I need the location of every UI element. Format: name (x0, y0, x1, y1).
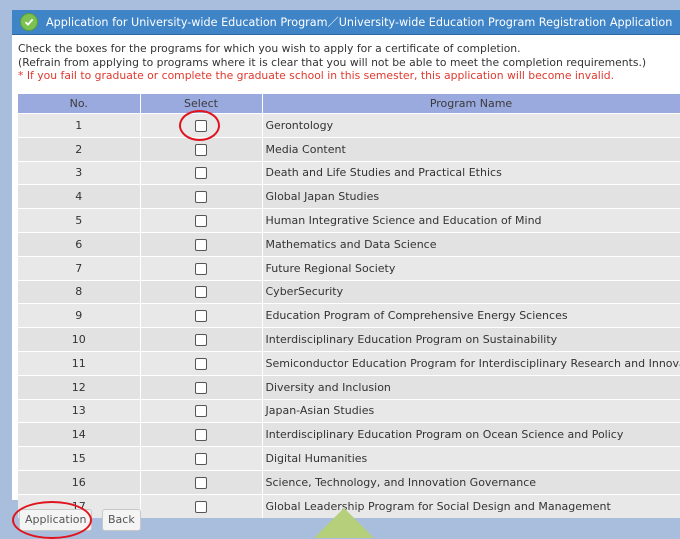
program-name: Diversity and Inclusion (262, 374, 680, 400)
table-row: 4 Global Japan Studies (18, 184, 680, 209)
program-checkbox[interactable] (195, 500, 207, 513)
row-number: 15 (18, 446, 141, 471)
up-arrow-icon (314, 508, 374, 538)
select-cell (140, 279, 263, 304)
table-row: 9 Education Program of Comprehensive Ener… (18, 303, 680, 328)
program-name: Human Integrative Science and Education … (262, 208, 680, 233)
table-row: 6 Mathematics and Data Science (18, 231, 680, 257)
row-number: 1 (18, 113, 141, 138)
instruction-line-1: Check the boxes for the programs for whi… (18, 42, 521, 55)
row-number: 9 (18, 303, 141, 328)
row-number: 10 (18, 327, 141, 352)
program-checkbox[interactable] (195, 191, 207, 204)
program-checkbox[interactable] (195, 262, 207, 275)
column-header-no: No. (18, 94, 141, 114)
table-row: 7 Future Regional Society (18, 255, 680, 281)
program-name: Media Content (262, 136, 680, 162)
table-row: 11 Semiconductor Education Program for In… (18, 350, 680, 376)
program-name: CyberSecurity (262, 279, 680, 304)
column-header-select: Select (140, 94, 263, 114)
row-number: 16 (18, 469, 141, 495)
program-name: Global Japan Studies (262, 184, 680, 209)
row-number: 7 (18, 255, 141, 281)
table-row: 14 Interdisciplinary Education Program on… (18, 422, 680, 447)
row-number: 11 (18, 350, 141, 376)
program-name: Mathematics and Data Science (262, 231, 680, 257)
application-button[interactable]: Application (19, 509, 93, 531)
program-checkbox[interactable] (195, 119, 207, 132)
select-cell (140, 160, 263, 185)
select-cell (140, 208, 263, 233)
instructions: Check the boxes for the programs for whi… (18, 42, 678, 83)
select-cell (140, 113, 263, 138)
row-number: 13 (18, 398, 141, 423)
warning-text: * If you fail to graduate or complete th… (18, 69, 615, 82)
table-row: 16 Science, Technology, and Innovation Go… (18, 469, 680, 495)
table-row: 1 Gerontology (18, 113, 680, 138)
row-number: 4 (18, 184, 141, 209)
table-row: 10 Interdisciplinary Education Program on… (18, 327, 680, 352)
program-checkbox[interactable] (195, 238, 207, 251)
check-icon (20, 13, 38, 31)
table-header-row: No. Select Program Name (18, 94, 680, 114)
row-number: 8 (18, 279, 141, 304)
select-cell (140, 350, 263, 376)
column-header-program-name: Program Name (262, 94, 680, 114)
program-checkbox[interactable] (195, 429, 207, 442)
application-panel: Application for University-wide Educatio… (12, 10, 680, 518)
row-number: 12 (18, 374, 141, 400)
program-name: Digital Humanities (262, 446, 680, 471)
program-name: Semiconductor Education Program for Inte… (262, 350, 680, 376)
table-row: 12 Diversity and Inclusion (18, 374, 680, 400)
select-cell (140, 469, 263, 495)
select-cell (140, 184, 263, 209)
program-checkbox[interactable] (195, 381, 207, 394)
table-row: 2 Media Content (18, 136, 680, 162)
row-number: 6 (18, 231, 141, 257)
instruction-line-2: (Refrain from applying to programs where… (18, 55, 647, 69)
row-number: 2 (18, 136, 141, 162)
select-cell (140, 398, 263, 423)
page-title: Application for University-wide Educatio… (46, 16, 673, 29)
program-name: Interdisciplinary Education Program on O… (262, 422, 680, 447)
back-button[interactable]: Back (102, 509, 141, 531)
select-cell (140, 255, 263, 281)
program-checkbox[interactable] (195, 476, 207, 489)
program-name: Science, Technology, and Innovation Gove… (262, 469, 680, 495)
table-row: 13 Japan-Asian Studies (18, 398, 680, 423)
select-cell (140, 446, 263, 471)
select-cell (140, 327, 263, 352)
table-row: 8 CyberSecurity (18, 279, 680, 304)
select-cell (140, 422, 263, 447)
select-cell (140, 231, 263, 257)
row-number: 14 (18, 422, 141, 447)
program-checkbox[interactable] (195, 215, 207, 228)
program-name: Death and Life Studies and Practical Eth… (262, 160, 680, 185)
select-cell (140, 374, 263, 400)
program-name: Japan-Asian Studies (262, 398, 680, 423)
program-name: Education Program of Comprehensive Energ… (262, 303, 680, 328)
program-name: Gerontology (262, 113, 680, 138)
program-checkbox[interactable] (195, 453, 207, 466)
table-row: 3 Death and Life Studies and Practical Et… (18, 160, 680, 185)
program-checkbox[interactable] (195, 310, 207, 323)
table-row: 15 Digital Humanities (18, 446, 680, 471)
program-name: Interdisciplinary Education Program on S… (262, 327, 680, 352)
program-checkbox[interactable] (195, 167, 207, 180)
program-checkbox[interactable] (195, 357, 207, 370)
title-bar: Application for University-wide Educatio… (12, 10, 680, 35)
select-cell (140, 303, 263, 328)
row-number: 3 (18, 160, 141, 185)
select-cell (140, 136, 263, 162)
program-checkbox[interactable] (195, 143, 207, 156)
table-row: 5 Human Integrative Science and Education… (18, 208, 680, 233)
select-cell (140, 493, 263, 518)
program-checkbox[interactable] (195, 405, 207, 418)
row-number: 5 (18, 208, 141, 233)
program-table: No. Select Program Name 1 Gerontology 2 Med… (18, 94, 680, 518)
program-name: Future Regional Society (262, 255, 680, 281)
program-checkbox[interactable] (195, 334, 207, 347)
program-checkbox[interactable] (195, 286, 207, 299)
